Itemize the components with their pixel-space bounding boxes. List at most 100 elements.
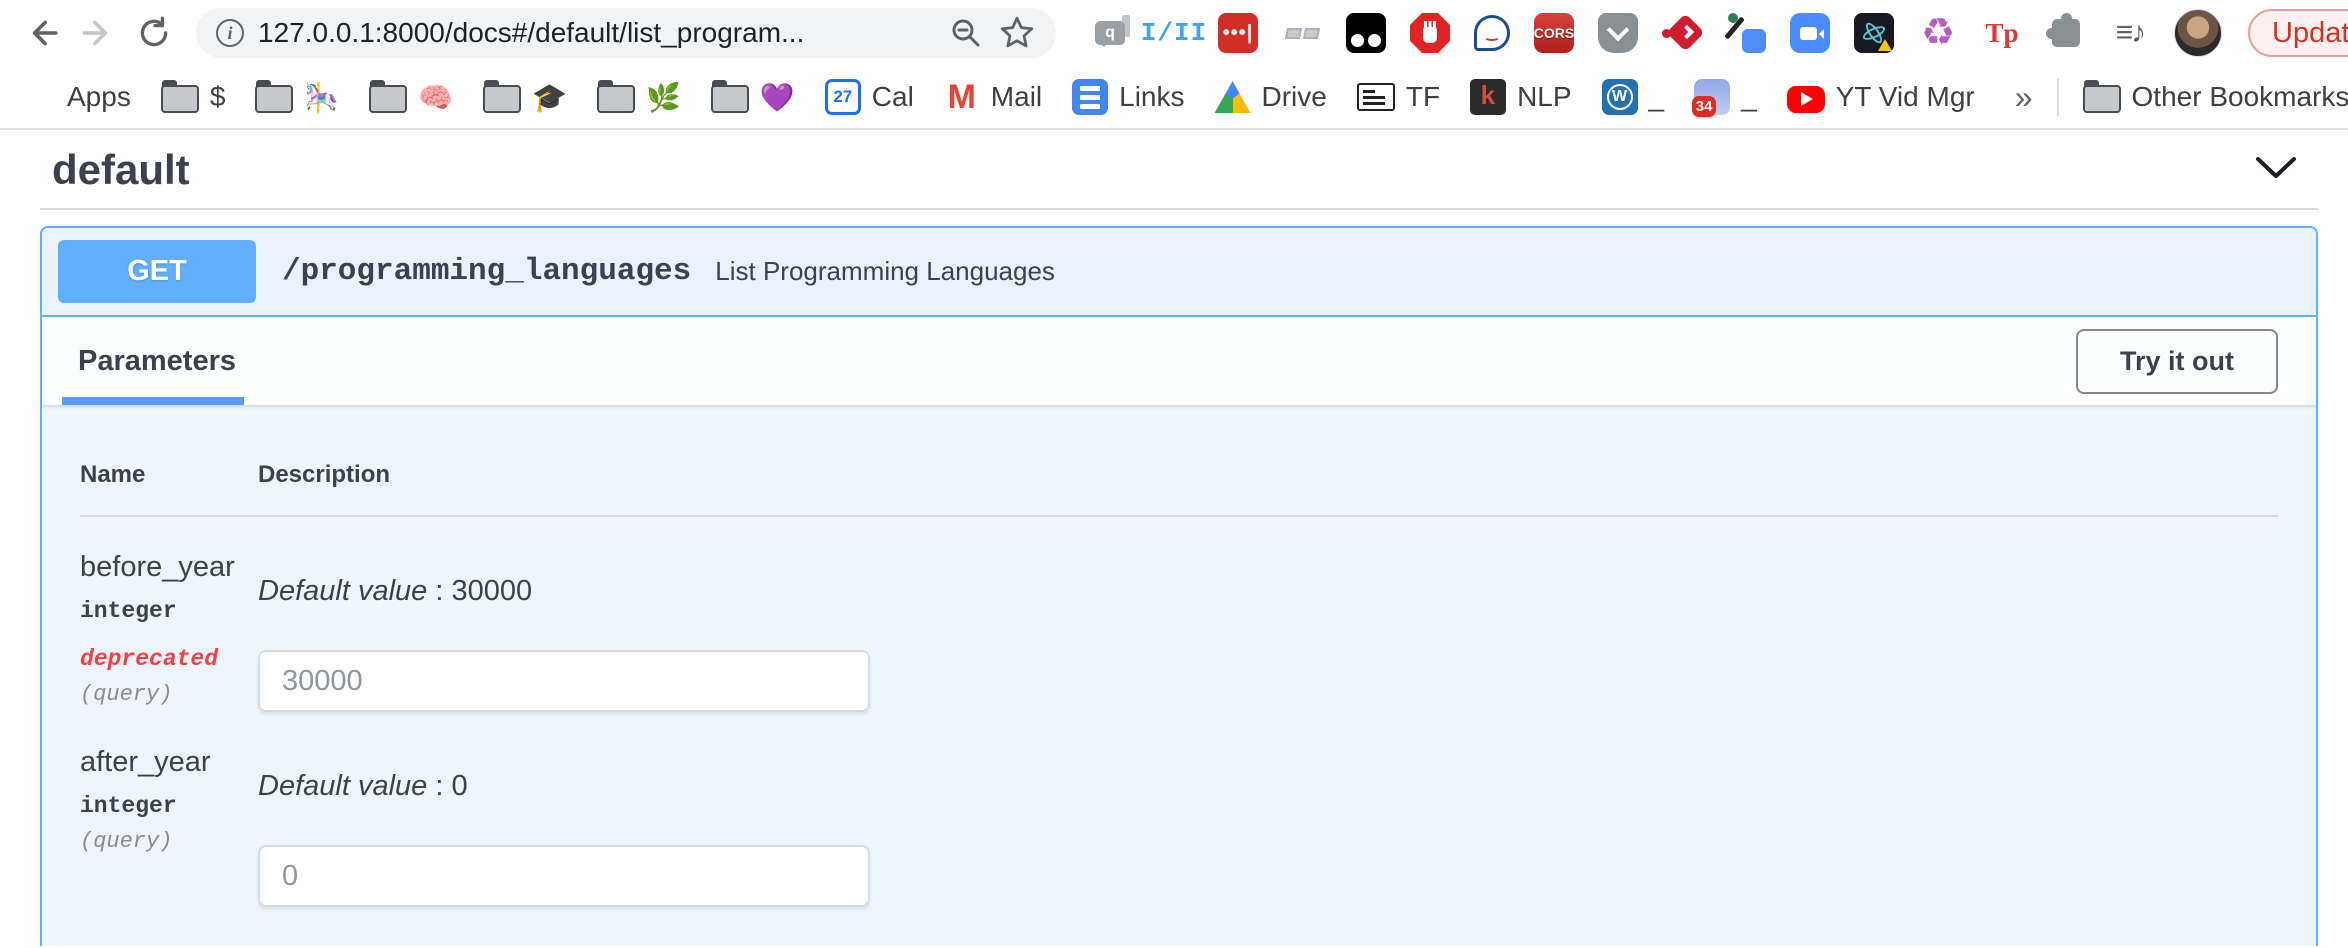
address-bar[interactable]: i 127.0.0.1:8000/docs#/default/list_prog… — [196, 8, 1056, 58]
pocket-icon[interactable] — [1598, 13, 1638, 53]
parameter-row-after-year: after_year integer (query) Default value… — [80, 712, 2278, 907]
react-devtools-icon[interactable] — [1854, 13, 1894, 53]
dark-mode-extension-icon[interactable] — [1346, 13, 1386, 53]
swagger-docs-page: default GET /programming_languages List … — [0, 130, 2348, 946]
bookmarks-right-group: » Other Bookmarks — [2005, 78, 2348, 116]
diamond-arrow-icon[interactable] — [1662, 13, 1702, 53]
tag-title: default — [52, 146, 190, 194]
folder-icon — [161, 85, 199, 113]
bookmark-wordpress[interactable]: W _ — [1602, 79, 1665, 115]
parameters-body: Name Description before_year integer dep… — [42, 405, 2316, 907]
bookmark-34[interactable]: 34 _ — [1694, 79, 1757, 115]
description-column-header: Description — [258, 461, 2278, 517]
folder-icon — [597, 85, 635, 113]
parameter-name: before_year — [80, 551, 258, 584]
parameter-type: integer — [80, 793, 258, 819]
smile-bubble-icon[interactable] — [1474, 15, 1510, 51]
bookmark-apps[interactable]: Apps — [20, 79, 131, 115]
parameter-location: (query) — [80, 682, 258, 707]
update-chip[interactable]: Update ⋮ — [2248, 9, 2348, 57]
badge-34-icon: 34 — [1694, 79, 1730, 115]
site-info-icon[interactable]: i — [216, 19, 244, 47]
tag-section-header[interactable]: default — [40, 130, 2318, 210]
name-column-header: Name — [80, 461, 258, 517]
chevron-down-icon — [2254, 155, 2298, 181]
try-it-out-button[interactable]: Try it out — [2076, 329, 2278, 394]
bookmark-folder-herb[interactable]: 🌿 — [597, 81, 681, 114]
operation-path[interactable]: /programming_languages — [282, 254, 691, 289]
back-icon — [23, 14, 61, 52]
update-label: Update — [2272, 17, 2348, 50]
google-calendar-icon: 27 — [825, 79, 861, 115]
active-tab-indicator — [62, 397, 244, 405]
browser-toolbar: i 127.0.0.1:8000/docs#/default/list_prog… — [0, 0, 2348, 66]
colorzilla-eyedropper-icon[interactable] — [1726, 13, 1766, 53]
keras-icon: k — [1470, 79, 1506, 115]
tp-extension-icon[interactable]: Tp — [1982, 13, 2022, 53]
bookmarks-overflow-chevron[interactable]: » — [2015, 79, 2033, 116]
forward-icon — [79, 14, 117, 52]
folder-icon — [255, 85, 293, 113]
zoom-camera-icon[interactable] — [1790, 13, 1830, 53]
parameters-section-header: Parameters Try it out — [42, 317, 2316, 405]
bookmark-folder-brain[interactable]: 🧠 — [369, 81, 453, 114]
operation-summary[interactable]: GET /programming_languages List Programm… — [42, 228, 2316, 317]
parameter-description-cell: Default value : 30000 — [258, 551, 2278, 712]
recycle-extension-icon[interactable]: ♻ — [1918, 13, 1958, 53]
folder-icon — [711, 85, 749, 113]
operation-summary-text: List Programming Languages — [715, 256, 1055, 287]
default-value-line: Default value : 0 — [258, 770, 2278, 803]
after-year-input[interactable] — [258, 845, 870, 907]
url-text[interactable]: 127.0.0.1:8000/docs#/default/list_progra… — [258, 17, 934, 49]
collapse-tag-button[interactable] — [2244, 149, 2308, 192]
bookmarks-bar: Apps $ 🎠 🧠 🎓 🌿 💜 27 Cal M Mail Links Dri… — [0, 66, 2348, 130]
deprecated-badge: deprecated — [80, 646, 258, 672]
youtube-icon — [1787, 86, 1825, 113]
parameter-name-cell: before_year integer deprecated (query) — [80, 551, 258, 712]
bookmark-calendar[interactable]: 27 Cal — [825, 79, 914, 115]
parameter-location: (query) — [80, 829, 258, 854]
media-controls-icon[interactable]: ≡♪ — [2110, 13, 2150, 53]
adblock-icon[interactable] — [1410, 13, 1450, 53]
bookmark-mail[interactable]: M Mail — [944, 79, 1042, 115]
3d-glasses-icon[interactable] — [1282, 13, 1322, 53]
bookmark-star-icon[interactable] — [998, 14, 1036, 52]
bookmark-folder-dollar[interactable]: $ — [161, 81, 226, 113]
profile-avatar[interactable] — [2174, 9, 2222, 57]
folder-icon — [2083, 85, 2121, 113]
bookmark-links[interactable]: Links — [1072, 79, 1184, 115]
parameter-name: after_year — [80, 746, 258, 779]
bookmarks-divider — [2057, 78, 2059, 116]
extensions-strip: q I/II •••| CORS ♻ Tp ≡♪ — [1090, 13, 2150, 53]
reload-button[interactable] — [130, 9, 178, 57]
extensions-puzzle-icon[interactable] — [2046, 13, 2086, 53]
bookmark-folder-purple-heart[interactable]: 💜 — [711, 81, 795, 114]
forward-button[interactable] — [74, 9, 122, 57]
card-icon — [1357, 83, 1395, 111]
http-method-badge: GET — [58, 240, 256, 303]
get-operation-block: GET /programming_languages List Programm… — [40, 226, 2318, 946]
zoom-out-icon[interactable] — [948, 15, 984, 51]
parameters-table-header: Name Description — [80, 461, 2278, 517]
cors-extension-icon[interactable]: CORS — [1534, 13, 1574, 53]
lastpass-icon[interactable]: •••| — [1218, 13, 1258, 53]
bookmark-nlp[interactable]: k NLP — [1470, 79, 1571, 115]
bookmark-drive[interactable]: Drive — [1215, 81, 1327, 113]
tab-parameters[interactable]: Parameters — [42, 317, 254, 405]
back-button[interactable] — [18, 9, 66, 57]
bookmark-tf[interactable]: TF — [1357, 81, 1440, 113]
parameter-name-cell: after_year integer (query) — [80, 746, 258, 907]
bookmark-folder-carousel[interactable]: 🎠 — [255, 81, 339, 114]
google-drive-icon — [1215, 81, 1251, 113]
parameter-type: integer — [80, 598, 258, 624]
bookmark-folder-grad-cap[interactable]: 🎓 — [483, 81, 567, 114]
folder-icon — [483, 85, 521, 113]
apps-grid-icon — [20, 79, 56, 115]
default-value-line: Default value : 30000 — [258, 575, 2278, 608]
parameter-description-cell: Default value : 0 — [258, 746, 2278, 907]
before-year-input[interactable] — [258, 650, 870, 712]
chat-extension-icon[interactable]: q — [1090, 13, 1130, 53]
bookmark-youtube[interactable]: YT Vid Mgr — [1787, 81, 1975, 113]
tab-session-icon[interactable]: I/II — [1154, 13, 1194, 53]
other-bookmarks[interactable]: Other Bookmarks — [2083, 81, 2348, 113]
